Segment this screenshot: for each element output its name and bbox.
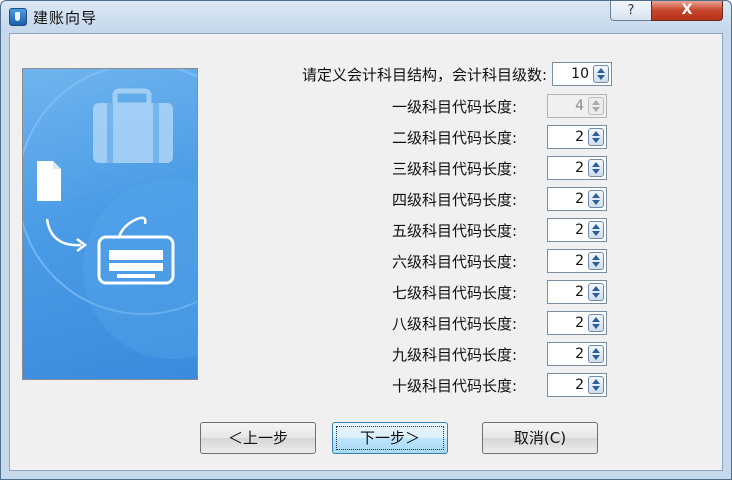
dialog-body: 请定义会计科目结构，会计科目级数: 10 一级科目代码长度: 4 二级科目代码长… [9, 33, 723, 471]
spinner-arrows-icon[interactable] [588, 159, 604, 177]
next-step-button[interactable]: 下一步＞ [332, 422, 448, 454]
spinner-arrows-icon[interactable] [588, 128, 604, 146]
level-4-spinner[interactable]: 2 [547, 187, 607, 211]
level-9-label: 九级科目代码长度: [391, 346, 517, 364]
close-button[interactable]: X [651, 1, 723, 21]
level-2-value[interactable]: 2 [550, 128, 584, 146]
levels-label: 请定义会计科目结构，会计科目级数: [301, 66, 547, 84]
level-7-label: 七级科目代码长度: [391, 284, 517, 302]
level-8-label: 八级科目代码长度: [391, 315, 517, 333]
level-3-label: 三级科目代码长度: [391, 160, 517, 178]
spinner-arrows-icon [588, 97, 604, 115]
level-3-value[interactable]: 2 [550, 159, 584, 177]
levels-value[interactable]: 10 [555, 65, 589, 83]
level-3-spinner[interactable]: 2 [547, 156, 607, 180]
spinner-arrows-icon[interactable] [588, 190, 604, 208]
spinner-arrows-icon[interactable] [588, 283, 604, 301]
spinner-arrows-icon[interactable] [588, 345, 604, 363]
document-icon [37, 161, 61, 201]
dialog-window: 建账向导 ? X 请定义会计科目结构，会计科目级数: 10 一级科目代码长度: … [0, 0, 732, 480]
level-1-value: 4 [575, 98, 584, 114]
level-7-value[interactable]: 2 [550, 283, 584, 301]
briefcase-icon [93, 88, 173, 163]
level-7-spinner[interactable]: 2 [547, 280, 607, 304]
level-1-spinner: 4 [547, 94, 607, 118]
level-2-spinner[interactable]: 2 [547, 125, 607, 149]
level-10-label: 十级科目代码长度: [391, 377, 517, 395]
level-8-spinner[interactable]: 2 [547, 311, 607, 335]
level-5-spinner[interactable]: 2 [547, 218, 607, 242]
help-button[interactable]: ? [610, 1, 652, 21]
level-10-value[interactable]: 2 [550, 376, 584, 394]
level-9-spinner[interactable]: 2 [547, 342, 607, 366]
level-2-label: 二级科目代码长度: [391, 129, 517, 147]
title-bar[interactable]: 建账向导 ? X [1, 1, 731, 33]
illustration-graphic [23, 69, 197, 359]
window-title: 建账向导 [33, 9, 98, 27]
spinner-arrows-icon[interactable] [588, 252, 604, 270]
spinner-arrows-icon[interactable] [588, 221, 604, 239]
spinner-arrows-icon[interactable] [588, 376, 604, 394]
level-6-value[interactable]: 2 [550, 252, 584, 270]
level-6-spinner[interactable]: 2 [547, 249, 607, 273]
level-1-label: 一级科目代码长度: [391, 98, 517, 116]
spinner-arrows-icon[interactable] [588, 314, 604, 332]
levels-spinner[interactable]: 10 [552, 62, 612, 86]
level-5-value[interactable]: 2 [550, 221, 584, 239]
level-9-value[interactable]: 2 [550, 345, 584, 363]
level-10-spinner[interactable]: 2 [547, 373, 607, 397]
spinner-arrows-icon[interactable] [593, 65, 609, 83]
app-logo-icon [9, 8, 27, 26]
arrow-curve [45, 218, 82, 247]
cancel-button[interactable]: 取消(C) [482, 422, 598, 454]
focus-rect [336, 426, 444, 450]
level-5-label: 五级科目代码长度: [391, 222, 517, 240]
level-4-value[interactable]: 2 [550, 190, 584, 208]
prev-step-button[interactable]: ＜上一步 [200, 422, 316, 454]
level-8-value[interactable]: 2 [550, 314, 584, 332]
level-6-label: 六级科目代码长度: [391, 253, 517, 271]
level-4-label: 四级科目代码长度: [391, 191, 517, 209]
wizard-illustration [22, 68, 198, 380]
